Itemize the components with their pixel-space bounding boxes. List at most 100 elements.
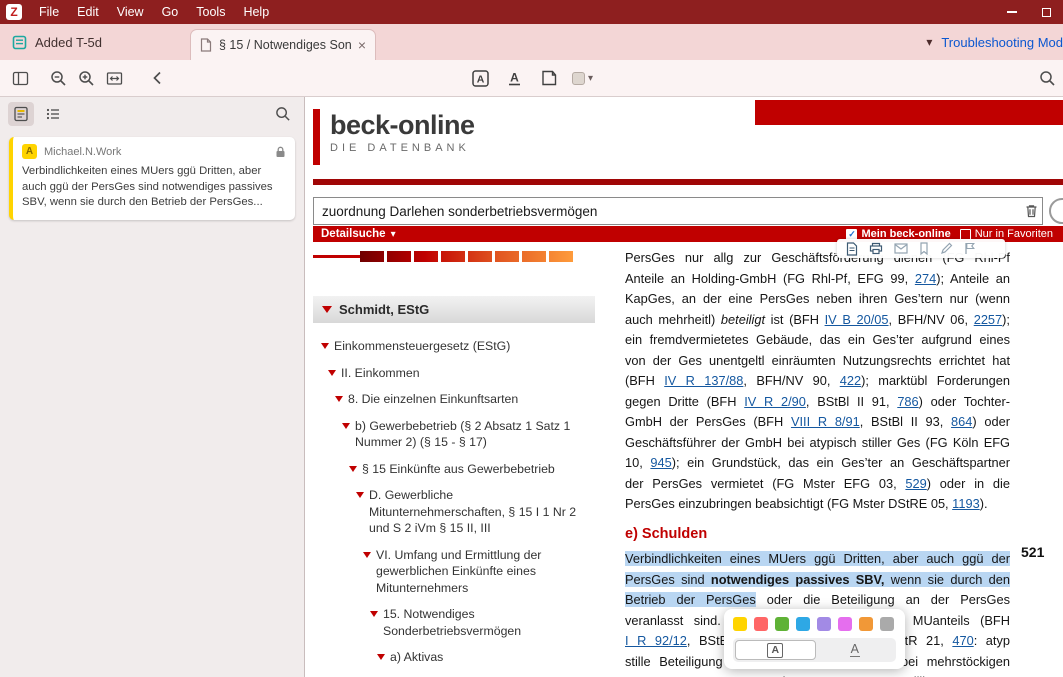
menu-go[interactable]: Go bbox=[153, 0, 188, 24]
troubleshooting-mode-link[interactable]: Troubleshooting Mod bbox=[941, 35, 1063, 50]
beck-search-submit-button[interactable] bbox=[1049, 198, 1063, 224]
menu-tools[interactable]: Tools bbox=[187, 0, 234, 24]
flag-icon[interactable] bbox=[964, 242, 975, 255]
text-line: auch mehrheitl) beteiligt ist (BFH IV B … bbox=[625, 311, 1010, 327]
toc-item[interactable]: § 15 Einkünfte aus Gewerbebetrieb bbox=[313, 456, 595, 483]
tabbar-right: ▾ Troubleshooting Mod bbox=[926, 24, 1063, 60]
color-swatch[interactable] bbox=[859, 617, 873, 631]
toc-chevron-icon bbox=[335, 396, 343, 402]
beck-search-input[interactable] bbox=[313, 197, 1043, 225]
reader-toolbar: A A ▾ bbox=[0, 60, 1063, 97]
annotation-card[interactable]: A Michael.N.Work Verbindlichkeiten eines… bbox=[9, 137, 295, 220]
color-swatch[interactable] bbox=[733, 617, 747, 631]
minimize-button[interactable] bbox=[995, 0, 1029, 24]
popup-underline-button[interactable]: A bbox=[816, 640, 895, 660]
zoom-page-width-icon bbox=[106, 71, 122, 85]
detailsuche-link[interactable]: Detailsuche bbox=[321, 228, 386, 240]
bookmark-icon[interactable] bbox=[919, 242, 929, 255]
email-icon[interactable] bbox=[894, 243, 908, 254]
tab-close-icon[interactable]: × bbox=[358, 38, 366, 52]
current-color-swatch bbox=[571, 71, 585, 85]
text-line: Geschäftsführer der GmbH bei atypisch st… bbox=[625, 434, 1010, 450]
annotations-panel: A Michael.N.Work Verbindlichkeiten eines… bbox=[0, 97, 305, 677]
checkbox-unchecked-icon[interactable] bbox=[959, 228, 971, 240]
tab-document-label: § 15 / Notwendiges Sond… bbox=[219, 38, 351, 52]
highlight-tool-button[interactable]: A bbox=[467, 65, 495, 91]
beck-page: beck-online DIE DATENBANK Detailsuche bbox=[305, 97, 1063, 677]
highlight-icon: A bbox=[472, 69, 489, 87]
tab-library[interactable]: Added T-5d bbox=[0, 24, 182, 60]
note-tool-button[interactable] bbox=[535, 65, 563, 91]
color-swatch[interactable] bbox=[817, 617, 831, 631]
zoom-out-button[interactable] bbox=[44, 65, 72, 91]
maximize-button[interactable] bbox=[1029, 0, 1063, 24]
chevron-down-icon[interactable]: ▾ bbox=[926, 35, 932, 49]
toc-item[interactable]: a) Aktivas bbox=[313, 644, 595, 671]
beck-toc: Schmidt, EStG Einkommensteuergesetz (ESt… bbox=[313, 244, 595, 677]
outline-view-icon bbox=[46, 108, 59, 120]
color-swatch[interactable] bbox=[796, 617, 810, 631]
highlight-color-icon: A bbox=[22, 144, 37, 159]
annotation-popup: A A bbox=[724, 609, 905, 669]
toc-item[interactable]: D. Gewerbliche Mitunternehmerschaften, §… bbox=[313, 482, 595, 542]
annotation-card-header: A Michael.N.Work bbox=[22, 144, 286, 159]
checkbox-checked-icon[interactable]: ✓ bbox=[846, 228, 858, 240]
sidebar-toggle-button[interactable] bbox=[6, 65, 34, 91]
sidebar-toggle-icon bbox=[12, 71, 28, 85]
toc-item[interactable]: 8. Die einzelnen Einkunftsarten bbox=[313, 386, 595, 413]
popup-highlight-button[interactable]: A bbox=[735, 640, 816, 660]
navigate-back-button[interactable] bbox=[144, 65, 172, 91]
paragraph-1: PersGes nur allg zur Geschäftsförderung … bbox=[625, 248, 1010, 515]
trash-icon[interactable] bbox=[1025, 204, 1038, 218]
text-line: ein fremdvermietetes Gebäude, das ein Ge… bbox=[625, 332, 1010, 347]
beck-search-row bbox=[313, 197, 1063, 225]
color-swatch[interactable] bbox=[754, 617, 768, 631]
beck-action-strip bbox=[837, 239, 1005, 258]
beck-header-rule bbox=[313, 179, 1063, 185]
text-line: GmbH der PersGes (BFH VIII R 8/91, BStBl… bbox=[625, 414, 1010, 429]
underline-tool-button[interactable]: A bbox=[501, 65, 529, 91]
text-line: PersGes einzubringen beabsichtigt (FG Ms… bbox=[625, 496, 988, 511]
find-in-document-button[interactable] bbox=[1033, 65, 1061, 91]
menu-help[interactable]: Help bbox=[234, 0, 278, 24]
color-swatch[interactable] bbox=[880, 617, 894, 631]
svg-text:A: A bbox=[510, 70, 519, 84]
beck-toc-list: Einkommensteuergesetz (EStG) II. Einkomme… bbox=[313, 323, 595, 671]
beck-logo-title: beck-online bbox=[330, 110, 475, 140]
toc-item-label: b) Gewerbebetrieb (§ 2 Absatz 1 Satz 1 N… bbox=[355, 418, 571, 450]
toc-item[interactable]: Einkommensteuergesetz (EStG) bbox=[313, 333, 595, 360]
zoom-in-button[interactable] bbox=[72, 65, 100, 91]
annotations-search-button[interactable] bbox=[270, 102, 296, 126]
toc-item[interactable]: b) Gewerbebetrieb (§ 2 Absatz 1 Satz 1 N… bbox=[313, 413, 595, 456]
section-heading: e) Schulden bbox=[625, 525, 708, 542]
search-icon bbox=[276, 107, 290, 121]
print-icon[interactable] bbox=[869, 242, 883, 255]
zoom-page-width-button[interactable] bbox=[100, 65, 128, 91]
text-line: PersGes sind notwendiges passives SBV, w… bbox=[625, 571, 1010, 587]
annotation-color-picker-button[interactable]: ▾ bbox=[569, 65, 597, 91]
menu-file[interactable]: File bbox=[30, 0, 68, 24]
titlebar: Z File Edit View Go Tools Help bbox=[0, 0, 1063, 24]
toc-item[interactable]: VI. Umfang und Ermittlung der gewerblich… bbox=[313, 542, 595, 602]
annotations-view-button[interactable] bbox=[8, 102, 34, 126]
document-viewer: beck-online DIE DATENBANK Detailsuche bbox=[305, 97, 1063, 677]
menu-view[interactable]: View bbox=[108, 0, 153, 24]
menu-edit[interactable]: Edit bbox=[68, 0, 108, 24]
toc-header[interactable]: Schmidt, EStG bbox=[313, 296, 595, 323]
color-swatch[interactable] bbox=[838, 617, 852, 631]
document-icon[interactable] bbox=[846, 241, 858, 256]
tab-document[interactable]: § 15 / Notwendiges Sond… × bbox=[190, 29, 376, 60]
outline-view-button[interactable] bbox=[40, 102, 66, 126]
note-icon bbox=[541, 70, 556, 86]
color-swatch[interactable] bbox=[775, 617, 789, 631]
beck-columns: Schmidt, EStG Einkommensteuergesetz (ESt… bbox=[313, 244, 1063, 677]
edit-icon[interactable] bbox=[940, 242, 953, 255]
toc-item[interactable]: II. Einkommen bbox=[313, 360, 595, 387]
text-line: der PersGes vermietet (FG Mster EFG 03, … bbox=[625, 475, 1010, 491]
text-line: gegen Dritte (BFH IV R 2/90, BStBl II 91… bbox=[625, 393, 1010, 409]
underline-icon: A bbox=[509, 70, 520, 85]
annotations-view-icon bbox=[14, 106, 28, 122]
popup-tool-row: A A bbox=[733, 638, 896, 662]
toc-item-label: § 15 Einkünfte aus Gewerbebetrieb bbox=[362, 461, 555, 476]
toc-item[interactable]: 15. Notwendiges Sonderbetriebsvermögen bbox=[313, 601, 595, 644]
